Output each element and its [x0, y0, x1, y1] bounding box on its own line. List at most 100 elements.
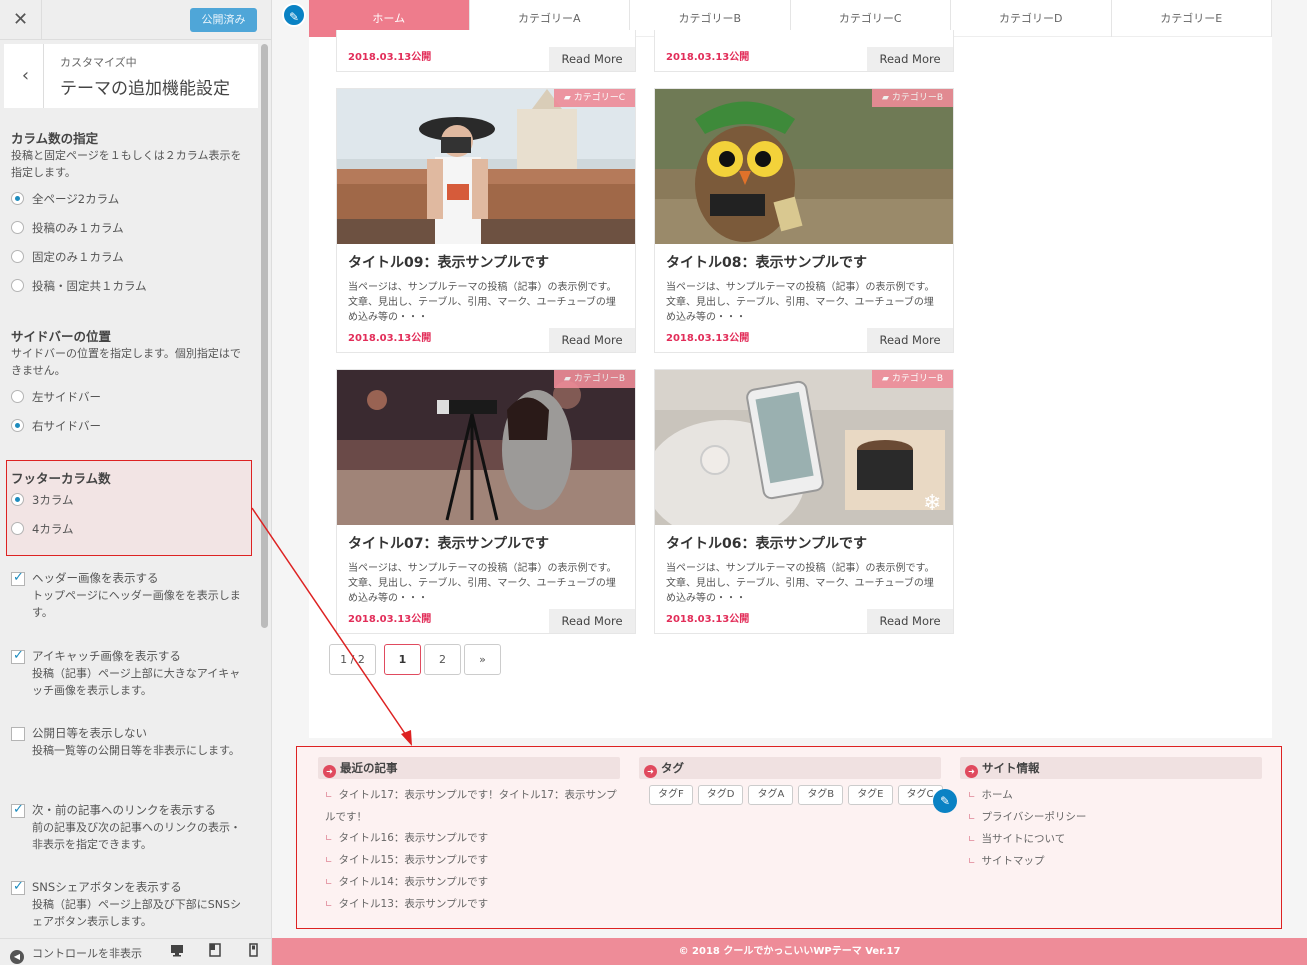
- list-item[interactable]: タイトル16：表示サンプルです: [325, 828, 625, 850]
- radio-icon[interactable]: [11, 279, 24, 292]
- pagination-next[interactable]: »: [464, 644, 501, 675]
- list-item[interactable]: 当サイトについて: [968, 829, 1248, 851]
- tag-item[interactable]: タグF: [649, 785, 693, 805]
- sidebar-pos-option-0[interactable]: 左サイドバー: [11, 388, 101, 406]
- post-excerpt: 当ページは、サンプルテーマの投稿（記事）の表示例です。文章、見出し、テーブル、引…: [666, 563, 935, 604]
- radio-icon[interactable]: [11, 192, 24, 205]
- pagination-page-2[interactable]: 2: [424, 644, 461, 675]
- footer-cols-option-1[interactable]: 4カラム: [11, 520, 73, 538]
- post-title[interactable]: タイトル06：表示サンプルです: [655, 525, 953, 553]
- arrow-circle-icon: ➜: [965, 765, 978, 778]
- category-badge[interactable]: ▰ カテゴリーC: [553, 89, 635, 107]
- post-thumbnail[interactable]: ▰ カテゴリーB: [337, 370, 635, 525]
- list-item[interactable]: タイトル15：表示サンプルです: [325, 850, 625, 872]
- post-card[interactable]: ▰ カテゴリーB タイトル07：表示サンプルです 当ページは、サンプルテーマの投…: [336, 369, 636, 634]
- post-card[interactable]: ▰ カテゴリーC タイトル09：表示サンプルです 当ページは、サンプルテーマの投…: [336, 88, 636, 353]
- pagination-info: 1 / 2: [329, 644, 376, 675]
- post-date: 2018.03.13公開: [348, 614, 432, 625]
- list-item[interactable]: タイトル14：表示サンプルです: [325, 872, 625, 894]
- post-title[interactable]: タイトル09：表示サンプルです: [337, 244, 635, 272]
- nav-item-category-d[interactable]: カテゴリーD: [951, 0, 1112, 37]
- check-hide-date[interactable]: 公開日等を表示しない 投稿一覧等の公開日等を非表示にします。: [11, 725, 251, 759]
- publish-button[interactable]: 公開済み: [190, 8, 257, 32]
- folder-icon: ▰: [564, 374, 574, 384]
- post-title[interactable]: タイトル08：表示サンプルです: [655, 244, 953, 272]
- post-title[interactable]: タイトル07：表示サンプルです: [337, 525, 635, 553]
- checkbox-icon[interactable]: [11, 802, 25, 818]
- columns-option-0[interactable]: 全ページ2カラム: [11, 190, 119, 208]
- widget-head-recent: ➜ 最近の記事: [318, 757, 620, 779]
- footer-cols-option-0[interactable]: 3カラム: [11, 491, 73, 509]
- radio-icon[interactable]: [11, 522, 24, 535]
- check-sns-share[interactable]: SNSシェアボタンを表示する 投稿（記事）ページ上部及び下部にSNSシェアボタン…: [11, 879, 251, 930]
- mobile-icon[interactable]: [246, 943, 260, 961]
- checkbox-icon[interactable]: [11, 648, 25, 664]
- desktop-icon[interactable]: [170, 943, 184, 961]
- checkbox-icon[interactable]: [11, 879, 25, 895]
- radio-icon[interactable]: [11, 250, 24, 263]
- edit-pencil-icon[interactable]: ✎: [933, 789, 957, 813]
- radio-icon[interactable]: [11, 221, 24, 234]
- tag-item[interactable]: タグD: [697, 785, 744, 805]
- list-item[interactable]: ホーム: [968, 785, 1248, 807]
- svg-text:❄: ❄: [923, 491, 941, 516]
- post-card[interactable]: ▰ カテゴリーB タイトル08：表示サンプルです 当ページは、サンプルテーマの投…: [654, 88, 954, 353]
- read-more-button[interactable]: Read More: [867, 609, 953, 633]
- tag-item[interactable]: タグB: [798, 785, 844, 805]
- folder-icon: ▰: [882, 93, 892, 103]
- post-date: 2018.03.13公開: [348, 333, 432, 344]
- list-item[interactable]: プライバシーポリシー: [968, 807, 1248, 829]
- check-eyecatch-image[interactable]: アイキャッチ画像を表示する 投稿（記事）ページ上部に大きなアイキャッチ画像を表示…: [11, 648, 251, 699]
- post-card[interactable]: ❄ ▰ カテゴリーB タイトル06：表示サンプルです 当ページは、サンプルテーマ…: [654, 369, 954, 634]
- tag-item[interactable]: タグE: [848, 785, 893, 805]
- category-badge[interactable]: ▰ カテゴリーB: [872, 370, 953, 388]
- pagination-page-1[interactable]: 1: [384, 644, 421, 675]
- radio-icon[interactable]: [11, 493, 24, 506]
- customizer-sidebar: ✕ 公開済み ‹ カスタマイズ中 テーマの追加機能設定 カラム数の指定 投稿と固…: [0, 0, 272, 965]
- post-date: 2018.03.13公開: [666, 333, 750, 344]
- checkbox-icon[interactable]: [11, 570, 25, 586]
- radio-icon[interactable]: [11, 419, 24, 432]
- back-icon[interactable]: ‹: [8, 44, 44, 108]
- edit-pencil-icon[interactable]: ✎: [282, 3, 306, 27]
- post-thumbnail[interactable]: ▰ カテゴリーC: [337, 89, 635, 244]
- columns-title: カラム数の指定: [11, 131, 99, 146]
- category-badge[interactable]: ▰ カテゴリーB: [554, 370, 635, 388]
- hide-controls-button[interactable]: ◀ コントロールを非表示: [10, 945, 142, 964]
- category-badge[interactable]: ▰ カテゴリーB: [872, 89, 953, 107]
- list-item[interactable]: タイトル17：表示サンプルです！タイトル17：表示サンプルです！: [325, 785, 625, 828]
- sidebar-pos-title: サイドバーの位置: [11, 329, 112, 344]
- columns-option-3[interactable]: 投稿・固定共１カラム: [11, 277, 147, 295]
- sidebar-scrollbar[interactable]: [261, 44, 268, 628]
- check-prev-next[interactable]: 次・前の記事へのリンクを表示する 前の記事及び次の記事へのリンクの表示・非表示を…: [11, 802, 251, 853]
- close-icon[interactable]: ✕: [0, 0, 42, 40]
- post-card-partial: 2018.03.13公開 Read More: [654, 30, 954, 72]
- footer-widgets-highlight: ➜最近の記事 タイトル17：表示サンプルです！タイトル17：表示サンプルです！ …: [296, 746, 1282, 929]
- customizer-footer: ◀ コントロールを非表示: [0, 938, 271, 965]
- list-item[interactable]: サイトマップ: [968, 851, 1248, 873]
- collapse-icon: ◀: [10, 950, 24, 964]
- radio-icon[interactable]: [11, 390, 24, 403]
- tag-item[interactable]: タグA: [748, 785, 794, 805]
- read-more-button[interactable]: Read More: [867, 47, 953, 71]
- sidebar-pos-desc: サイドバーの位置を指定します。個別指定はできません。: [11, 347, 241, 377]
- camera-tripod-photo: [337, 370, 635, 525]
- post-thumbnail[interactable]: ❄ ▰ カテゴリーB: [655, 370, 953, 525]
- footer-cols-title: フッターカラム数: [11, 471, 111, 486]
- nav-item-category-e[interactable]: カテゴリーE: [1112, 0, 1272, 37]
- check-header-image[interactable]: ヘッダー画像を表示する トップページにヘッダー画像をを表示します。: [11, 570, 251, 621]
- sidebar-pos-option-1[interactable]: 右サイドバー: [11, 417, 101, 435]
- columns-option-2[interactable]: 固定のみ１カラム: [11, 248, 124, 266]
- folder-icon: ▰: [563, 93, 574, 103]
- read-more-button[interactable]: Read More: [549, 47, 635, 71]
- list-item[interactable]: タイトル13：表示サンプルです: [325, 894, 625, 916]
- arrow-circle-icon: ➜: [644, 765, 657, 778]
- checkbox-icon[interactable]: [11, 727, 25, 741]
- tablet-icon[interactable]: [208, 943, 222, 961]
- read-more-button[interactable]: Read More: [549, 328, 635, 352]
- read-more-button[interactable]: Read More: [549, 609, 635, 633]
- read-more-button[interactable]: Read More: [867, 328, 953, 352]
- post-thumbnail[interactable]: ▰ カテゴリーB: [655, 89, 953, 244]
- columns-option-1[interactable]: 投稿のみ１カラム: [11, 219, 124, 237]
- site-info-list: ホーム プライバシーポリシー 当サイトについて サイトマップ: [968, 785, 1248, 873]
